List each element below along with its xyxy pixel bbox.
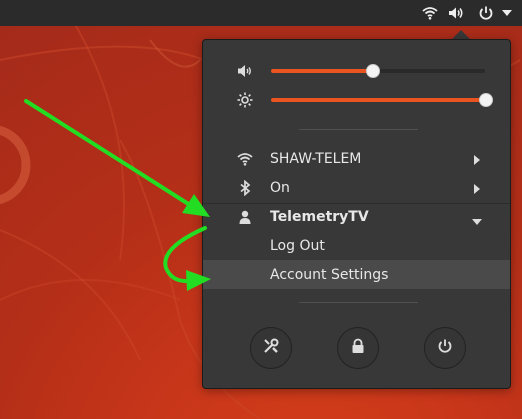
volume-row xyxy=(203,59,510,83)
brightness-slider-fill xyxy=(271,98,485,102)
lock-icon xyxy=(351,338,365,358)
brightness-row xyxy=(203,88,510,112)
bluetooth-item[interactable]: On xyxy=(203,173,510,202)
top-bar xyxy=(0,0,522,26)
chevron-right-icon xyxy=(474,182,480,198)
power-icon xyxy=(478,5,494,21)
bluetooth-icon xyxy=(235,179,255,196)
volume-low-icon xyxy=(237,63,253,79)
user-icon xyxy=(235,209,255,225)
system-menu: SHAW-TELEM On TelemetryTV Log Out Accoun… xyxy=(202,39,511,389)
lock-button[interactable] xyxy=(337,327,379,369)
network-item[interactable]: SHAW-TELEM xyxy=(203,144,510,173)
power-off-icon xyxy=(437,338,453,358)
system-tray[interactable] xyxy=(412,0,522,26)
brightness-slider[interactable] xyxy=(271,93,493,107)
brightness-slider-knob[interactable] xyxy=(479,93,493,107)
volume-icon xyxy=(448,6,464,20)
user-name-label: TelemetryTV xyxy=(270,208,369,225)
bluetooth-label: On xyxy=(270,179,290,196)
power-off-button[interactable] xyxy=(424,327,466,369)
account-settings-item[interactable]: Account Settings xyxy=(203,260,510,289)
chevron-right-icon xyxy=(474,153,480,169)
volume-slider[interactable] xyxy=(271,64,485,78)
separator xyxy=(299,129,418,130)
brightness-icon xyxy=(237,92,253,108)
volume-slider-fill xyxy=(271,69,372,73)
wifi-icon xyxy=(422,6,438,20)
log-out-label: Log Out xyxy=(270,237,325,254)
network-label: SHAW-TELEM xyxy=(270,150,362,167)
wifi-icon xyxy=(235,151,255,167)
user-item[interactable]: TelemetryTV xyxy=(203,202,510,231)
separator xyxy=(299,302,418,303)
account-settings-label: Account Settings xyxy=(270,266,389,283)
log-out-item[interactable]: Log Out xyxy=(203,231,510,260)
chevron-down-icon xyxy=(472,213,482,229)
settings-button[interactable] xyxy=(250,327,292,369)
volume-slider-knob[interactable] xyxy=(365,64,380,78)
settings-icon xyxy=(262,337,280,359)
chevron-down-icon xyxy=(502,10,512,16)
